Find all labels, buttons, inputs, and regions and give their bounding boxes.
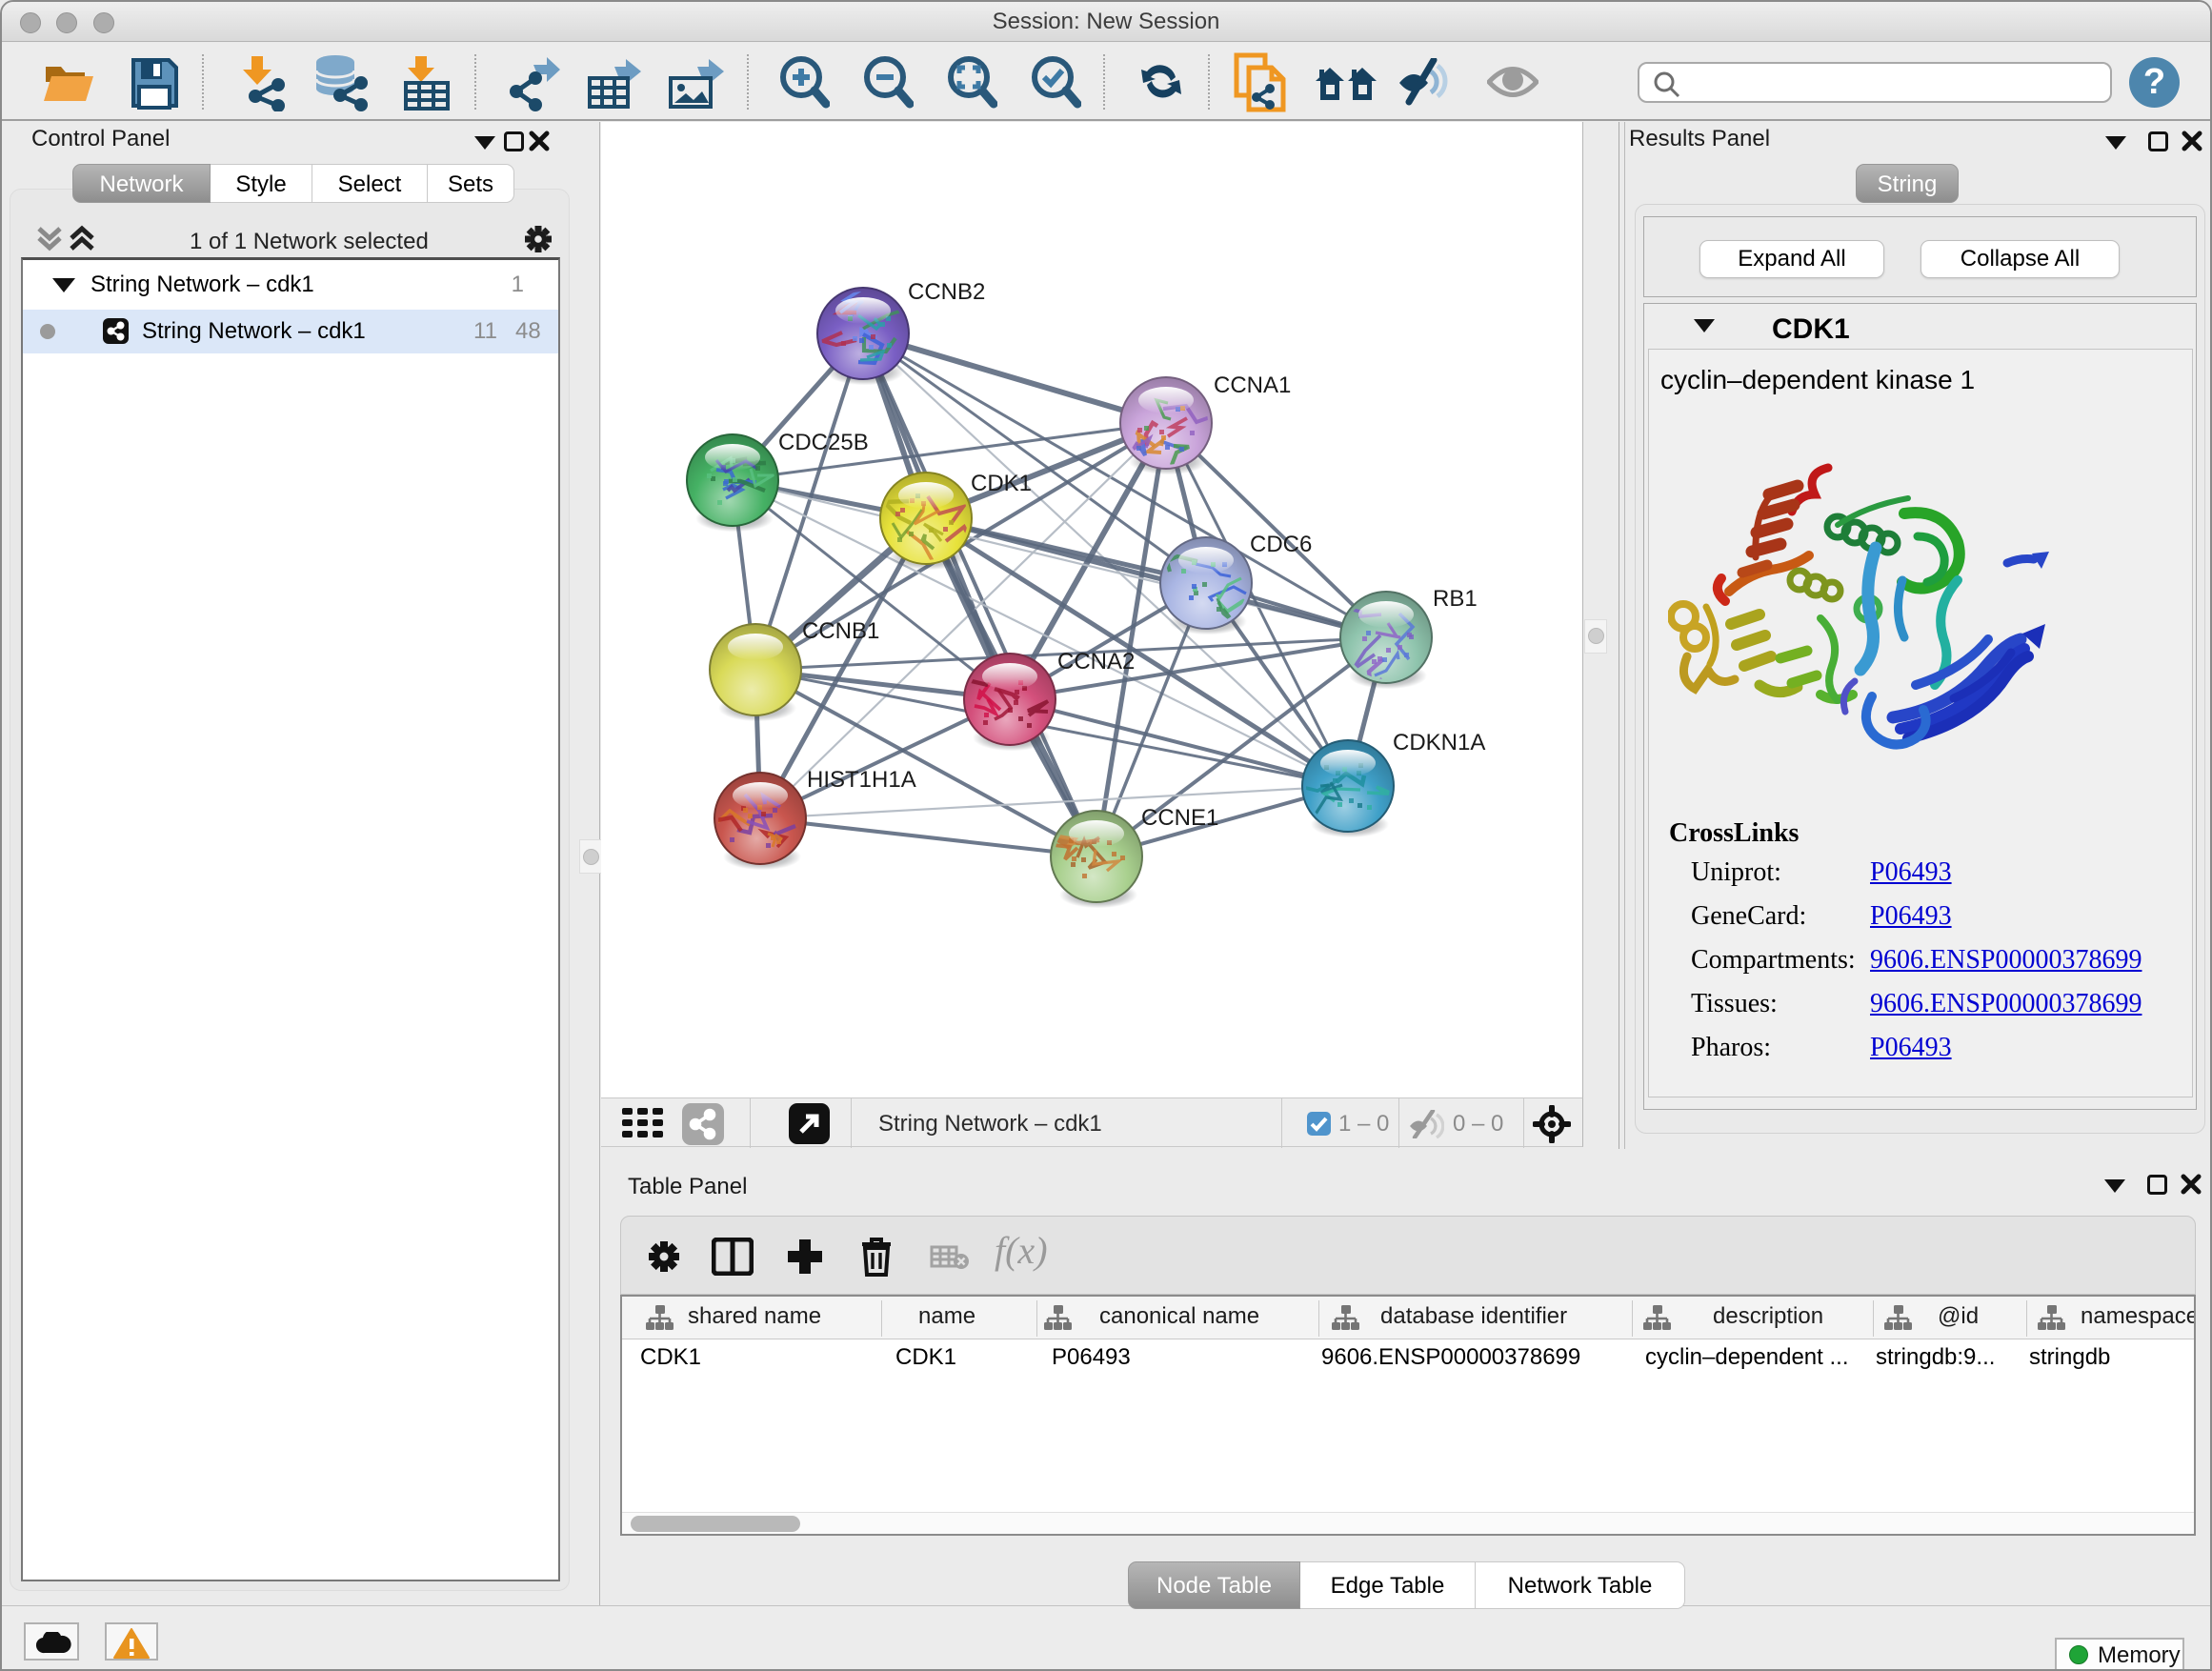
svg-text:CDC6: CDC6 [1250, 532, 1312, 557]
svg-text:RB1: RB1 [1433, 586, 1478, 612]
svg-text:CDC25B: CDC25B [778, 430, 869, 455]
svg-text:CCNB2: CCNB2 [908, 279, 985, 305]
svg-text:CCNE1: CCNE1 [1141, 805, 1218, 831]
svg-text:CDKN1A: CDKN1A [1393, 730, 1485, 755]
svg-text:CCNA1: CCNA1 [1214, 372, 1291, 398]
svg-text:CCNB1: CCNB1 [802, 618, 879, 644]
svg-text:CCNA2: CCNA2 [1057, 649, 1135, 674]
svg-text:HIST1H1A: HIST1H1A [807, 767, 916, 793]
svg-text:CDK1: CDK1 [971, 471, 1032, 496]
